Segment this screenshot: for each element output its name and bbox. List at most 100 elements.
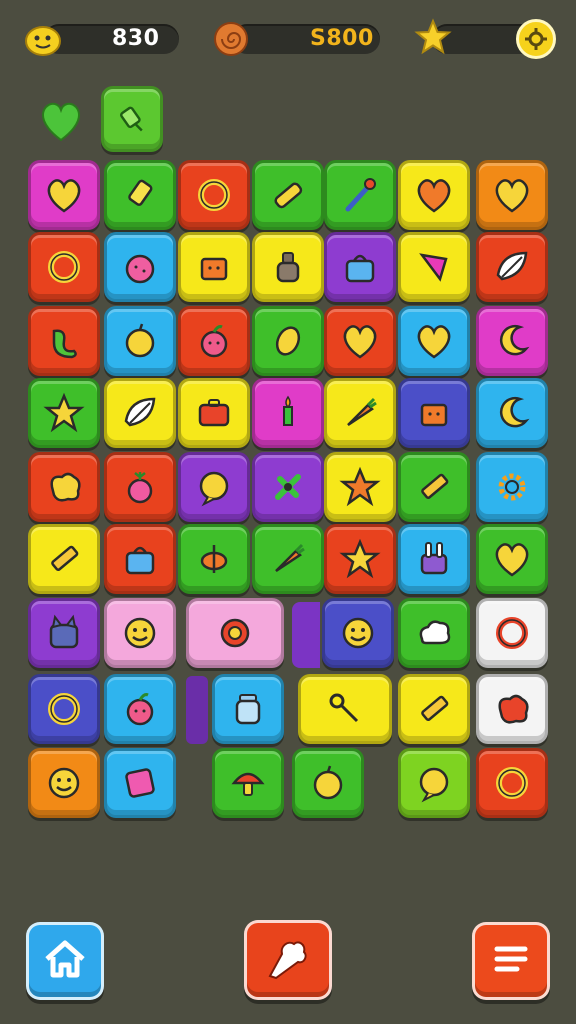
jar-icon [226, 687, 270, 731]
menu-icon [487, 935, 535, 987]
heart-icon [42, 173, 86, 217]
coins-value: S800 [310, 26, 374, 51]
tile-4-3[interactable] [252, 452, 324, 522]
tile-5-6[interactable] [476, 524, 548, 594]
tile-0-5[interactable] [398, 160, 470, 230]
gear-icon[interactable] [516, 19, 556, 59]
tile-4-1[interactable] [104, 452, 176, 522]
tile-4-4[interactable] [324, 452, 396, 522]
next-candy-tile[interactable] [101, 86, 163, 152]
heart-icon [412, 173, 456, 217]
bottle-icon [266, 245, 310, 289]
heart-icon [490, 173, 534, 217]
tile-3-1[interactable] [104, 378, 176, 448]
tile-8-1[interactable] [104, 748, 176, 818]
tile-7-0[interactable] [28, 674, 100, 744]
tile-2-5[interactable] [398, 306, 470, 376]
tile-3-4[interactable] [324, 378, 396, 448]
fruit-icon [306, 761, 350, 805]
gear-icon [490, 465, 534, 509]
tile-3-2[interactable] [178, 378, 250, 448]
yellow-blob-icon [24, 20, 62, 58]
moves-counter: 830 [44, 24, 179, 54]
tile-0-0[interactable] [28, 160, 100, 230]
star-icon [338, 537, 382, 581]
tile-5-5[interactable] [398, 524, 470, 594]
tile-8-3[interactable] [292, 748, 364, 818]
tile-1-6[interactable] [476, 232, 548, 302]
box-icon [192, 245, 236, 289]
carrot-icon [266, 537, 310, 581]
tile-8-2[interactable] [212, 748, 284, 818]
case-icon [192, 391, 236, 435]
tile-2-3[interactable] [252, 306, 324, 376]
menu-button[interactable] [472, 922, 550, 1000]
tile-3-3[interactable] [252, 378, 324, 448]
tile-5-2[interactable] [178, 524, 250, 594]
tile-6-2[interactable] [186, 598, 284, 668]
tile-1-1[interactable] [104, 232, 176, 302]
tile-2-6[interactable] [476, 306, 548, 376]
tile-4-6[interactable] [476, 452, 548, 522]
moon-icon [490, 391, 534, 435]
moon-icon [490, 319, 534, 363]
tile-2-1[interactable] [104, 306, 176, 376]
smiley-icon [336, 611, 380, 655]
tile-7-5[interactable] [476, 674, 548, 744]
tile-0-2[interactable] [178, 160, 250, 230]
tile-1-0[interactable] [28, 232, 100, 302]
tile-0-4[interactable] [324, 160, 396, 230]
tile-1-3[interactable] [252, 232, 324, 302]
tile-5-0[interactable] [28, 524, 100, 594]
bar-icon [266, 173, 310, 217]
tile-3-5[interactable] [398, 378, 470, 448]
hint-button[interactable] [244, 920, 332, 1000]
ring-icon [42, 245, 86, 289]
tile-5-3[interactable] [252, 524, 324, 594]
tile-4-2[interactable] [178, 452, 250, 522]
candle-icon [266, 391, 310, 435]
tile-7-4[interactable] [398, 674, 470, 744]
crayon-icon [42, 537, 86, 581]
tile-7-3[interactable] [298, 674, 392, 744]
tile-1-5[interactable] [398, 232, 470, 302]
tile-1-2[interactable] [178, 232, 250, 302]
tile-4-5[interactable] [398, 452, 470, 522]
tile-2-0[interactable] [28, 306, 100, 376]
bag-icon [118, 537, 162, 581]
leaf-icon [118, 391, 162, 435]
home-button[interactable] [26, 922, 104, 1000]
tile-6-0[interactable] [28, 598, 100, 668]
tile-6-3[interactable] [322, 598, 394, 668]
tile-3-6[interactable] [476, 378, 548, 448]
heart-icon [338, 319, 382, 363]
tile-4-0[interactable] [28, 452, 100, 522]
crayon-icon [412, 687, 456, 731]
star-icon [42, 391, 86, 435]
coins-counter: S800 [232, 24, 380, 54]
star-icon [414, 18, 452, 56]
tile-8-5[interactable] [476, 748, 548, 818]
blob-icon [490, 687, 534, 731]
tile-7-1[interactable] [104, 674, 176, 744]
tile-5-4[interactable] [324, 524, 396, 594]
tile-1-4[interactable] [324, 232, 396, 302]
cat-icon [42, 611, 86, 655]
key-icon [323, 687, 367, 731]
tile-8-4[interactable] [398, 748, 470, 818]
tile-0-1[interactable] [104, 160, 176, 230]
tile-5-1[interactable] [104, 524, 176, 594]
tile-7-2[interactable] [212, 674, 284, 744]
tile-3-0[interactable] [28, 378, 100, 448]
tile-2-4[interactable] [324, 306, 396, 376]
tile-8-0[interactable] [28, 748, 100, 818]
tile-0-3[interactable] [252, 160, 324, 230]
tile-6-4[interactable] [398, 598, 470, 668]
tile-0-6[interactable] [476, 160, 548, 230]
tile-6-1[interactable] [104, 598, 176, 668]
hint-hand-icon [262, 932, 314, 988]
arrow-icon [412, 245, 456, 289]
top-icon [192, 537, 236, 581]
tile-2-2[interactable] [178, 306, 250, 376]
tile-6-5[interactable] [476, 598, 548, 668]
